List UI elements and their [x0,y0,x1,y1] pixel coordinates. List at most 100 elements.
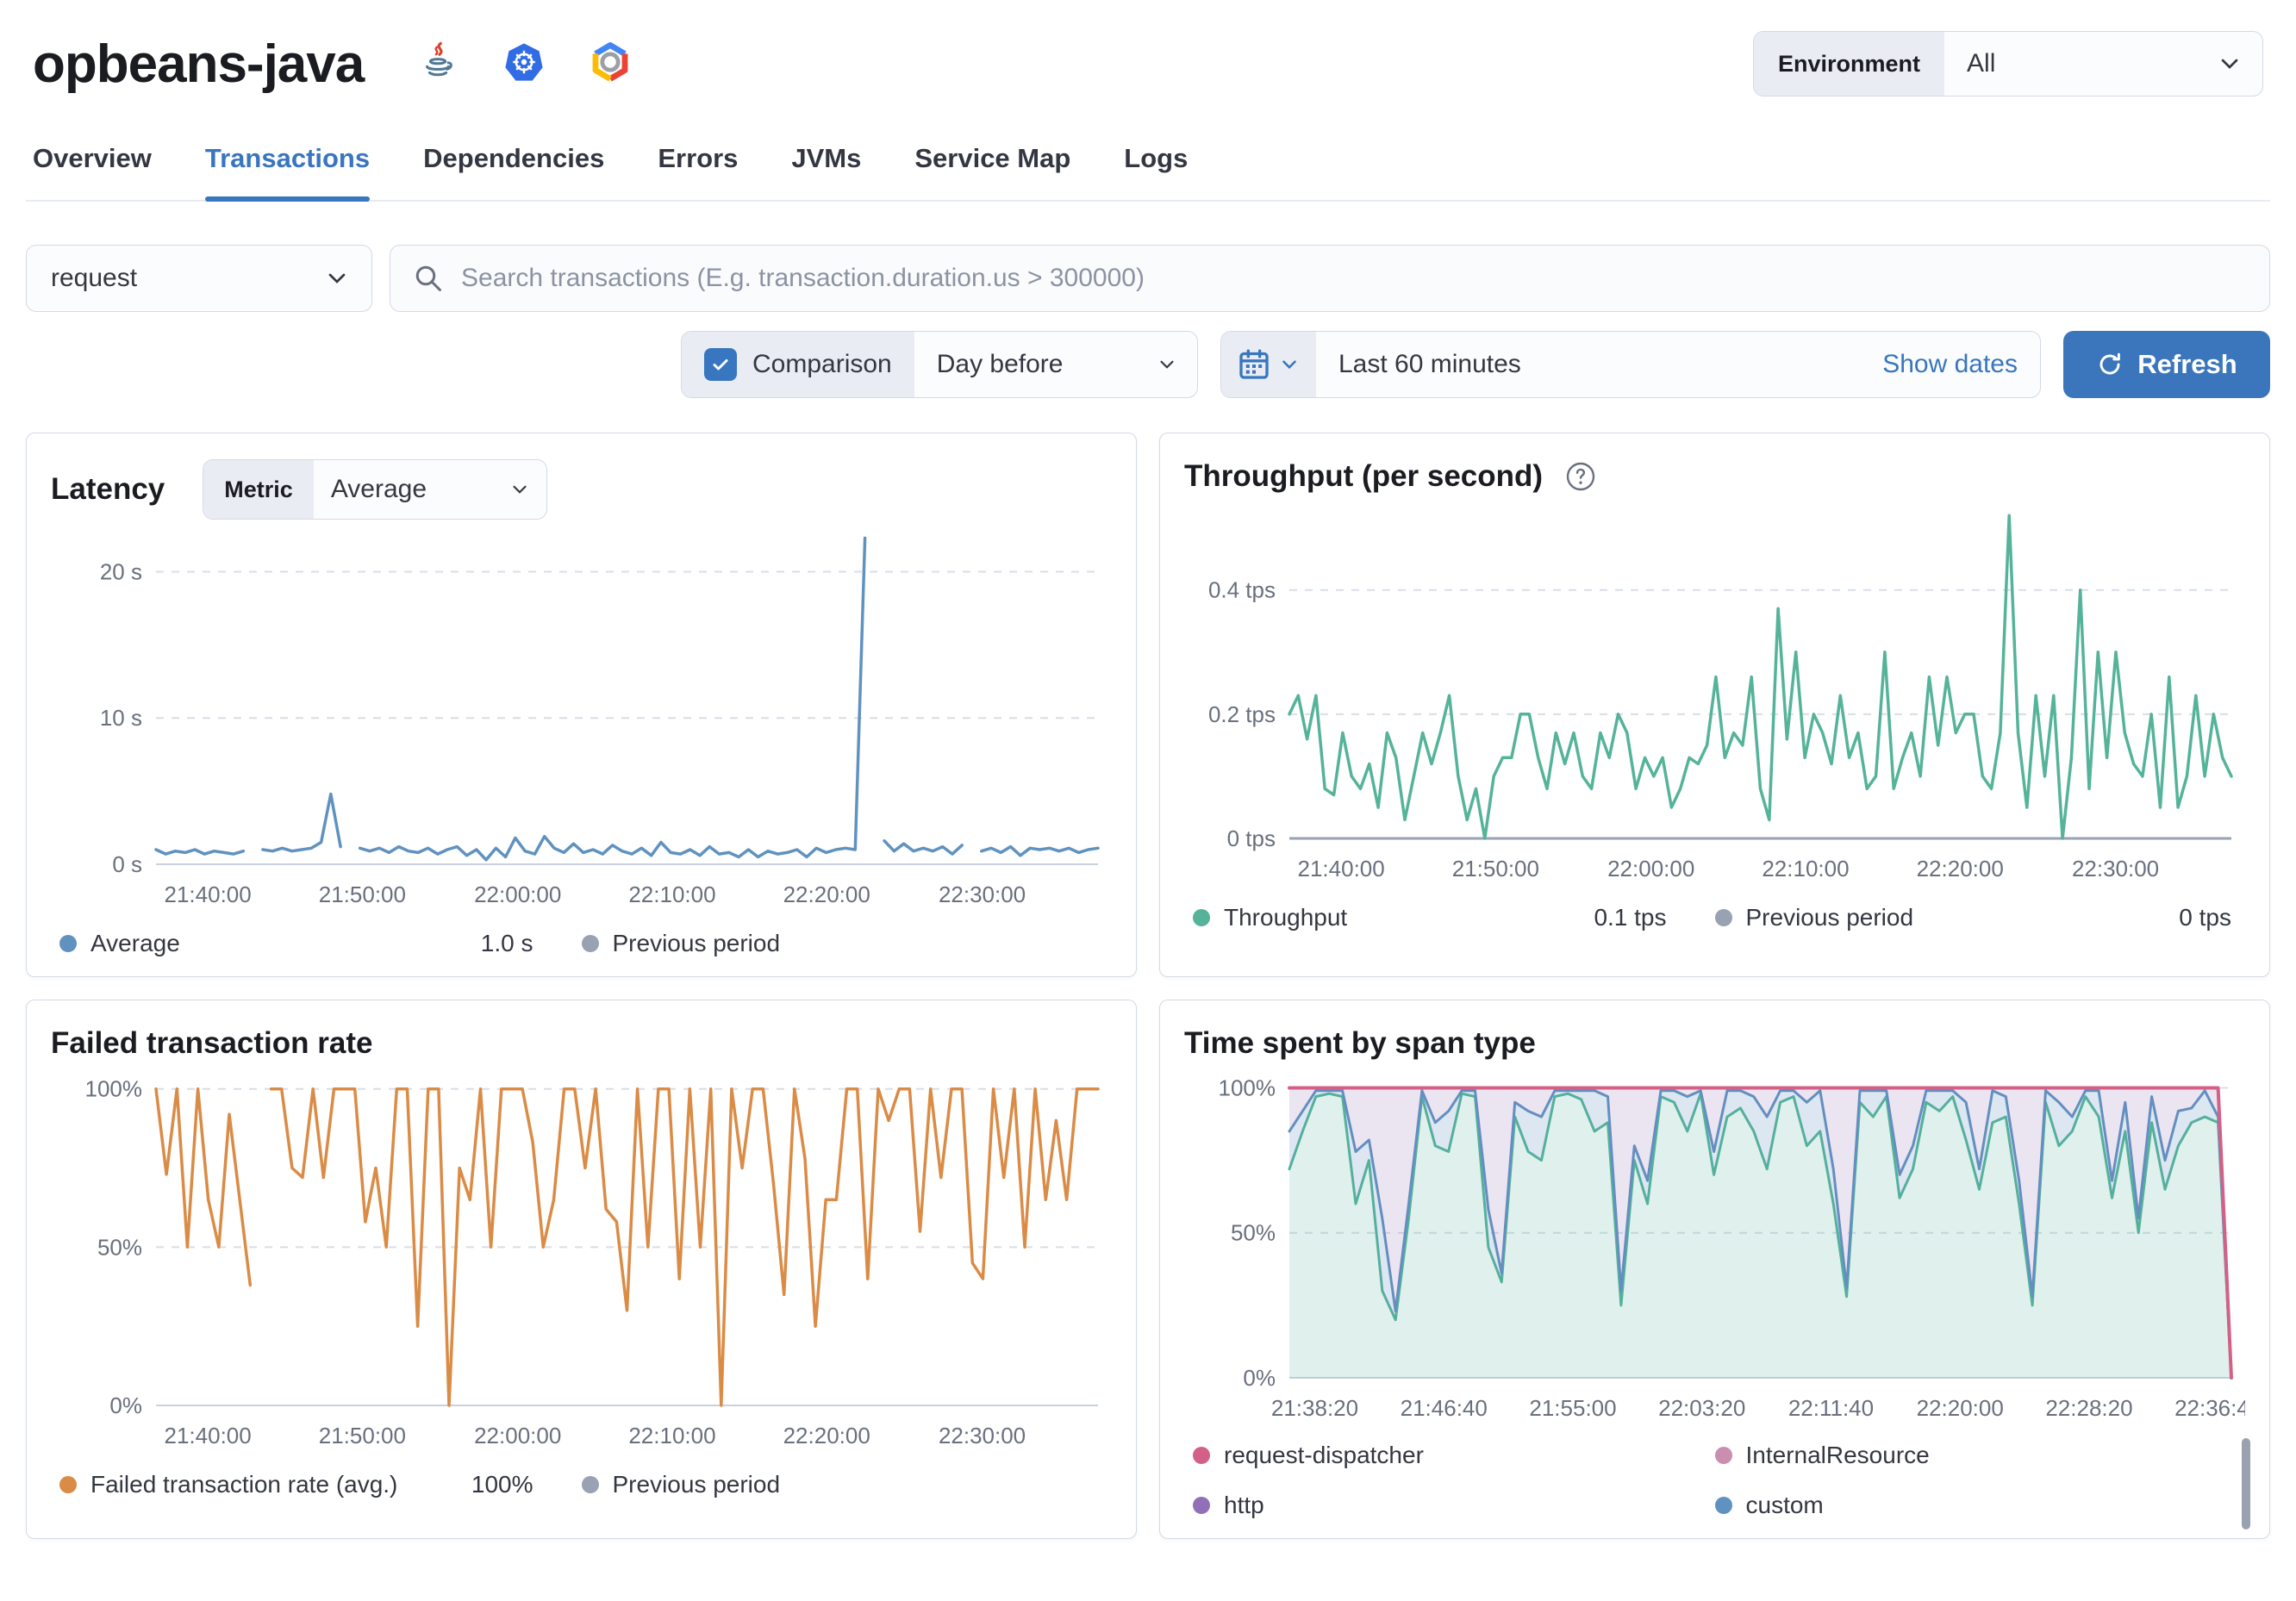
svg-text:100%: 100% [1219,1075,1276,1100]
latency-chart[interactable]: 0 s 10 s 20 s 21:40:00 21:50:00 22:00:00 22:10… [51,525,1112,914]
series-dot [1714,909,1732,926]
search-transactions-input[interactable] [461,264,2247,293]
chevron-down-icon [1282,360,1296,370]
throughput-legend: Throughput 0.1 tps Previous period 0 tps [1184,904,2245,931]
tab-jvms[interactable]: JVMs [791,143,861,200]
filter-row-search: request [26,245,2270,312]
legend-item[interactable]: custom [1714,1492,2237,1519]
series-label: Previous period [612,930,781,956]
svg-text:21:50:00: 21:50:00 [319,881,406,907]
series-dot [581,935,599,952]
svg-text:22:00:00: 22:00:00 [1607,856,1694,881]
svg-text:50%: 50% [97,1234,142,1260]
svg-text:100%: 100% [85,1076,143,1102]
legend-item[interactable]: Average 1.0 s [59,930,582,957]
throughput-chart[interactable]: 0 tps 0.2 tps 0.4 tps 21:40:00 21:50:00 22:00… [1184,499,2245,888]
environment-value: All [1967,49,1996,78]
refresh-icon [2099,352,2121,375]
chevron-down-icon [1160,360,1174,369]
legend-item[interactable]: Failed transaction rate (avg.) 100% [59,1471,582,1498]
page-header: opbeans-java Environment All [26,0,2270,97]
legend-item[interactable]: http [1193,1492,1715,1519]
latency-metric-select[interactable]: Metric Average [203,459,548,520]
comparison-value: Day before [936,350,1064,378]
legend-item[interactable]: request-dispatcher [1193,1442,1715,1469]
series-label: Throughput [1224,904,1348,931]
legend-item[interactable]: InternalResource [1714,1442,2237,1469]
span-types-title: Time spent by span type [1184,1026,1536,1060]
comparison-select[interactable]: Day before [914,332,1197,397]
throughput-title: Throughput (per second) [1184,459,1544,493]
refresh-button[interactable]: Refresh [2063,331,2270,398]
legend-item[interactable]: Throughput 0.1 tps [1193,904,1715,931]
transaction-type-value: request [51,264,138,292]
tab-dependencies[interactable]: Dependencies [423,143,604,200]
svg-text:22:00:00: 22:00:00 [474,881,561,907]
series-dot [1193,1497,1210,1514]
environment-select[interactable]: Environment All [1753,31,2263,97]
check-icon [713,359,728,371]
date-picker-menu-button[interactable] [1221,332,1316,397]
calendar-icon [1239,349,1269,379]
failed-rate-chart[interactable]: 0% 50% 100% 21:40:00 21:50:00 22:00:00 22:10:0… [51,1066,1112,1455]
filter-row-time: Comparison Day before Last 60 minutes Sh… [26,331,2270,398]
tab-errors[interactable]: Errors [658,143,738,200]
legend-item[interactable]: Previous period 0 tps [1714,904,2237,931]
help-icon[interactable] [1565,461,1596,492]
tab-overview[interactable]: Overview [33,143,152,200]
svg-text:0%: 0% [1243,1365,1276,1391]
legend-item[interactable]: Previous period [581,930,1104,957]
svg-text:0%: 0% [109,1392,142,1418]
series-label: InternalResource [1745,1442,1930,1468]
chevron-down-icon [328,273,346,283]
svg-text:22:36:40: 22:36:40 [2174,1395,2245,1421]
svg-text:22:03:20: 22:03:20 [1658,1395,1745,1421]
series-value: 0 tps [2179,904,2231,931]
svg-text:22:30:00: 22:30:00 [939,881,1026,907]
tab-transactions[interactable]: Transactions [204,143,371,202]
series-label: custom [1745,1492,1824,1518]
svg-text:22:20:00: 22:20:00 [1917,1395,2004,1421]
charts-grid: Latency Metric Average 0 s 10 s 20 s 21:40:… [26,433,2270,1539]
series-label: Previous period [1745,904,1914,931]
svg-text:22:20:00: 22:20:00 [783,1423,870,1448]
tab-service-map[interactable]: Service Map [914,143,1070,200]
comparison-toggle[interactable]: Comparison [682,332,914,397]
transaction-type-select[interactable]: request [26,245,372,312]
svg-text:22:10:00: 22:10:00 [628,1423,715,1448]
series-label: http [1224,1492,1264,1518]
time-range-picker: Last 60 minutes Show dates [1220,331,2041,398]
svg-text:22:30:00: 22:30:00 [939,1423,1026,1448]
search-transactions-box [390,245,2270,312]
legend-item[interactable]: Previous period [581,1471,1104,1498]
svg-text:21:55:00: 21:55:00 [1529,1395,1616,1421]
svg-text:20 s: 20 s [100,558,142,584]
metric-label: Metric [203,460,314,519]
comparison-checkbox[interactable] [704,348,737,381]
show-dates-link[interactable]: Show dates [1860,332,2040,397]
google-cloud-icon [590,41,631,87]
series-dot [59,935,77,952]
legend-scrollbar[interactable] [2242,1438,2250,1529]
svg-text:22:28:20: 22:28:20 [2045,1395,2132,1421]
time-range-value[interactable]: Last 60 minutes [1316,332,1860,397]
series-label: Previous period [612,1471,781,1498]
series-dot [1193,909,1210,926]
series-value: 1.0 s [480,930,533,956]
svg-text:21:38:20: 21:38:20 [1271,1395,1358,1421]
service-tech-icons [417,41,631,87]
svg-text:50%: 50% [1231,1220,1276,1246]
svg-text:22:11:40: 22:11:40 [1788,1395,1874,1421]
svg-text:22:20:00: 22:20:00 [783,881,870,907]
throughput-panel: Throughput (per second) 0 tps 0.2 tps 0.4 … [1159,433,2270,977]
latency-legend: Average 1.0 s Previous period [51,930,1112,957]
java-icon [417,41,459,87]
apm-service-page: opbeans-java Environment All Overview Tr… [0,0,2296,1539]
svg-text:10 s: 10 s [100,705,142,731]
tab-logs[interactable]: Logs [1124,143,1188,200]
svg-text:21:50:00: 21:50:00 [1452,856,1539,881]
span-types-chart[interactable]: 0% 50% 100% 21:38:20 21:46:40 21:55:00 22:03:2… [1184,1066,2262,1428]
series-label: request-dispatcher [1224,1442,1424,1468]
svg-text:22:20:00: 22:20:00 [1917,856,2004,881]
svg-text:21:40:00: 21:40:00 [1298,856,1385,881]
